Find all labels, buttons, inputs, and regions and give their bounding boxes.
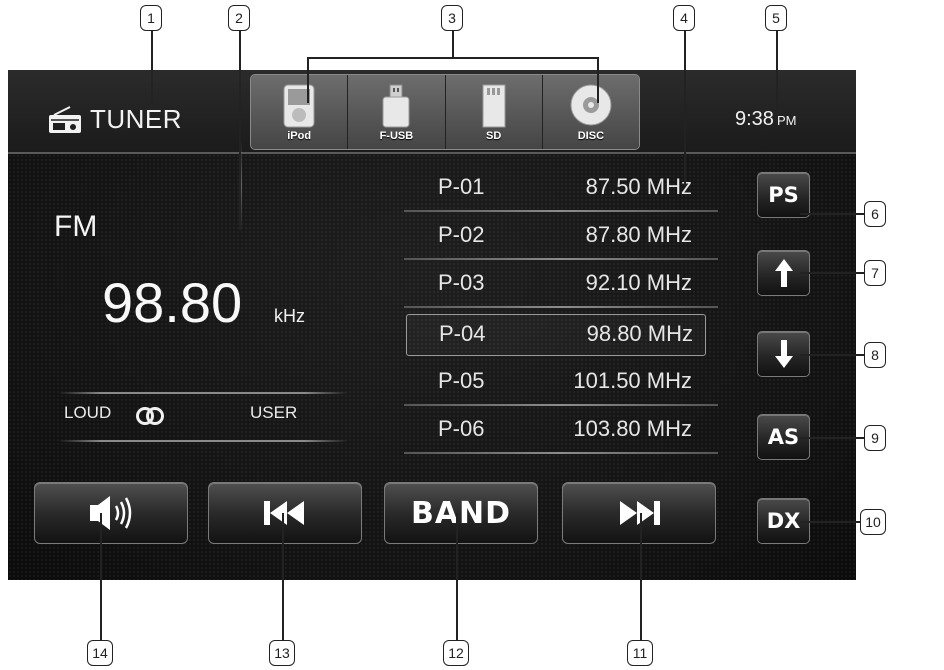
head-unit-screen: TUNER iPod F-USB SD DISC 9:38 PM FM 98.8… bbox=[8, 70, 856, 580]
band-button[interactable]: BAND bbox=[384, 482, 538, 544]
preset-6-name: P-06 bbox=[438, 416, 485, 441]
callout-11: 11 bbox=[627, 640, 653, 666]
tuner-title[interactable]: TUNER bbox=[48, 104, 182, 135]
frequency-unit: kHz bbox=[274, 306, 305, 326]
preset-1[interactable]: P-01 87.50 MHz bbox=[404, 166, 718, 212]
ps-button[interactable]: PS bbox=[757, 172, 810, 218]
preset-4-name: P-04 bbox=[439, 321, 486, 346]
skip-next-icon bbox=[620, 501, 660, 525]
skip-previous-icon bbox=[264, 501, 304, 525]
band-indicator: FM bbox=[54, 210, 98, 243]
callout-10: 10 bbox=[860, 509, 886, 535]
callout-4: 4 bbox=[673, 5, 695, 31]
preset-5-frequency: 101.50 MHz bbox=[573, 368, 692, 393]
callout-5: 5 bbox=[765, 5, 787, 31]
preset-5[interactable]: P-05 101.50 MHz bbox=[404, 360, 718, 406]
stereo-icon bbox=[136, 406, 164, 431]
current-frequency: 98.80 bbox=[102, 271, 243, 334]
preset-divider bbox=[404, 210, 718, 212]
divider bbox=[58, 440, 348, 442]
clock: 9:38 PM bbox=[735, 108, 796, 131]
preset-1-name: P-01 bbox=[438, 174, 485, 199]
preset-divider bbox=[404, 306, 718, 308]
radio-icon bbox=[48, 105, 82, 134]
preset-5-name: P-05 bbox=[438, 368, 485, 393]
speaker-icon bbox=[90, 496, 132, 530]
tuner-title-label: TUNER bbox=[90, 104, 183, 134]
band-button-label: BAND bbox=[410, 495, 512, 531]
preset-4-frequency: 98.80 MHz bbox=[586, 321, 693, 346]
preset-6-frequency: 103.80 MHz bbox=[573, 416, 692, 441]
callout-9: 9 bbox=[864, 425, 886, 451]
disc-icon bbox=[570, 84, 612, 126]
preset-2-name: P-02 bbox=[438, 222, 485, 247]
preset-4-selected[interactable]: P-04 98.80 MHz bbox=[406, 314, 706, 356]
preset-3[interactable]: P-03 92.10 MHz bbox=[404, 262, 718, 308]
preset-3-name: P-03 bbox=[438, 270, 485, 295]
next-button[interactable] bbox=[562, 482, 716, 544]
preset-2[interactable]: P-02 87.80 MHz bbox=[404, 214, 718, 260]
callout-3: 3 bbox=[441, 5, 463, 31]
callout-7: 7 bbox=[864, 260, 886, 286]
callout-12: 12 bbox=[443, 640, 469, 666]
source-selector: iPod F-USB SD DISC bbox=[250, 74, 640, 150]
callout-1: 1 bbox=[140, 5, 162, 31]
clock-time: 9:38 bbox=[735, 108, 774, 130]
divider bbox=[58, 392, 348, 394]
preset-divider bbox=[404, 452, 718, 454]
callout-14: 14 bbox=[87, 640, 113, 666]
source-sd-button[interactable]: SD bbox=[445, 75, 543, 149]
sd-card-icon bbox=[482, 84, 506, 128]
previous-button[interactable] bbox=[208, 482, 362, 544]
usb-icon bbox=[382, 84, 410, 128]
user-eq-indicator: USER bbox=[250, 403, 298, 422]
preset-divider bbox=[404, 258, 718, 260]
preset-3-frequency: 92.10 MHz bbox=[585, 270, 692, 295]
arrow-up-icon bbox=[774, 259, 793, 287]
source-usb-label: F-USB bbox=[379, 130, 414, 142]
callout-8: 8 bbox=[864, 342, 886, 368]
source-disc-label: DISC bbox=[577, 130, 605, 142]
source-usb-button[interactable]: F-USB bbox=[348, 75, 446, 149]
source-ipod-button[interactable]: iPod bbox=[251, 75, 349, 149]
callout-6: 6 bbox=[864, 201, 886, 227]
preset-2-frequency: 87.80 MHz bbox=[585, 222, 692, 247]
ipod-icon bbox=[283, 84, 315, 128]
clock-suffix: PM bbox=[776, 113, 797, 128]
volume-button[interactable] bbox=[34, 482, 188, 544]
source-ipod-label: iPod bbox=[287, 130, 312, 142]
top-bar-divider bbox=[8, 152, 856, 154]
source-disc-button[interactable]: DISC bbox=[542, 75, 639, 149]
preset-divider bbox=[404, 404, 718, 406]
source-sd-label: SD bbox=[485, 130, 502, 142]
callout-2: 2 bbox=[228, 5, 250, 31]
callout-13: 13 bbox=[269, 640, 295, 666]
preset-1-frequency: 87.50 MHz bbox=[585, 174, 692, 199]
preset-6[interactable]: P-06 103.80 MHz bbox=[404, 408, 718, 454]
arrow-down-icon bbox=[774, 340, 793, 368]
loud-indicator: LOUD bbox=[64, 403, 112, 422]
